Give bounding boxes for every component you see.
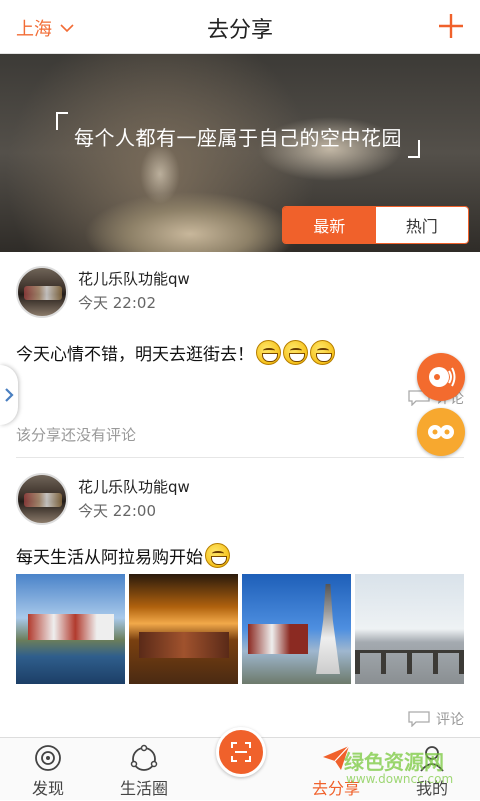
tab-latest[interactable]: 最新 [283, 207, 376, 243]
laugh-emoji-icon [205, 543, 230, 568]
feed-filter-tabs: 最新 热门 [282, 206, 469, 244]
scan-icon [231, 742, 251, 762]
post-time: 今天 22:02 [78, 294, 156, 312]
top-bar: 上海 去分享 [0, 0, 480, 54]
banner: 每个人都有一座属于自己的空中花园 最新 热门 [0, 54, 480, 252]
tab-label: 发现 [31, 779, 64, 798]
comment-button[interactable]: 评论 [408, 709, 464, 729]
grin-emoji-icon [283, 340, 308, 365]
page-title: 去分享 [206, 18, 273, 43]
comment-icon [408, 711, 430, 727]
grin-emoji-icon [256, 340, 281, 365]
post-photo[interactable] [242, 574, 351, 684]
post-username[interactable]: 花儿乐队功能qw [78, 476, 190, 497]
post-time: 今天 22:00 [78, 502, 156, 520]
post-photo[interactable] [129, 574, 238, 684]
life-circle-icon [130, 744, 158, 771]
no-comment-text: 该分享还没有评论 [16, 426, 137, 444]
watermark-url: www.downcc.com [346, 772, 454, 786]
avatar[interactable] [16, 266, 68, 318]
add-icon[interactable] [436, 11, 466, 41]
banner-slogan: 每个人都有一座属于自己的空中花园 [74, 126, 402, 150]
divider [16, 457, 464, 458]
post-text-row: 今天心情不错，明天去逛街去！ [16, 340, 335, 365]
chevron-right-icon [5, 388, 14, 402]
tab-hot[interactable]: 热门 [375, 207, 468, 243]
watermark: 绿色资源网 [344, 750, 444, 774]
discover-icon [35, 745, 61, 771]
side-drawer-handle[interactable] [0, 365, 18, 425]
voice-share-button[interactable] [417, 353, 465, 401]
quote-close-mark [408, 140, 420, 158]
voice-chat-icon [428, 425, 454, 439]
grin-emoji-icon [310, 340, 335, 365]
post-photo-grid [16, 574, 464, 684]
avatar[interactable] [16, 473, 68, 525]
comment-label: 评论 [436, 712, 464, 728]
tab-life-circle[interactable]: 生活圈 [96, 738, 192, 801]
post-text: 今天心情不错，明天去逛街去！ [16, 345, 254, 365]
scan-button[interactable] [216, 727, 266, 777]
voice-chat-button[interactable] [417, 408, 465, 456]
tab-label: 生活圈 [119, 779, 168, 798]
post-card: 花儿乐队功能qw 今天 22:02 今天心情不错，明天去逛街去！ 评论 该分享还… [0, 252, 480, 458]
post-text-row: 每天生活从阿拉易购开始 [16, 543, 230, 568]
post-text: 每天生活从阿拉易购开始 [16, 548, 203, 568]
post-username[interactable]: 花儿乐队功能qw [78, 268, 190, 289]
banner-image [140, 144, 180, 204]
tab-discover[interactable]: 发现 [0, 738, 96, 801]
quote-open-mark [56, 112, 68, 130]
voice-bubble-icon [429, 367, 456, 387]
post-photo[interactable] [16, 574, 125, 684]
post-photo[interactable] [355, 574, 464, 684]
